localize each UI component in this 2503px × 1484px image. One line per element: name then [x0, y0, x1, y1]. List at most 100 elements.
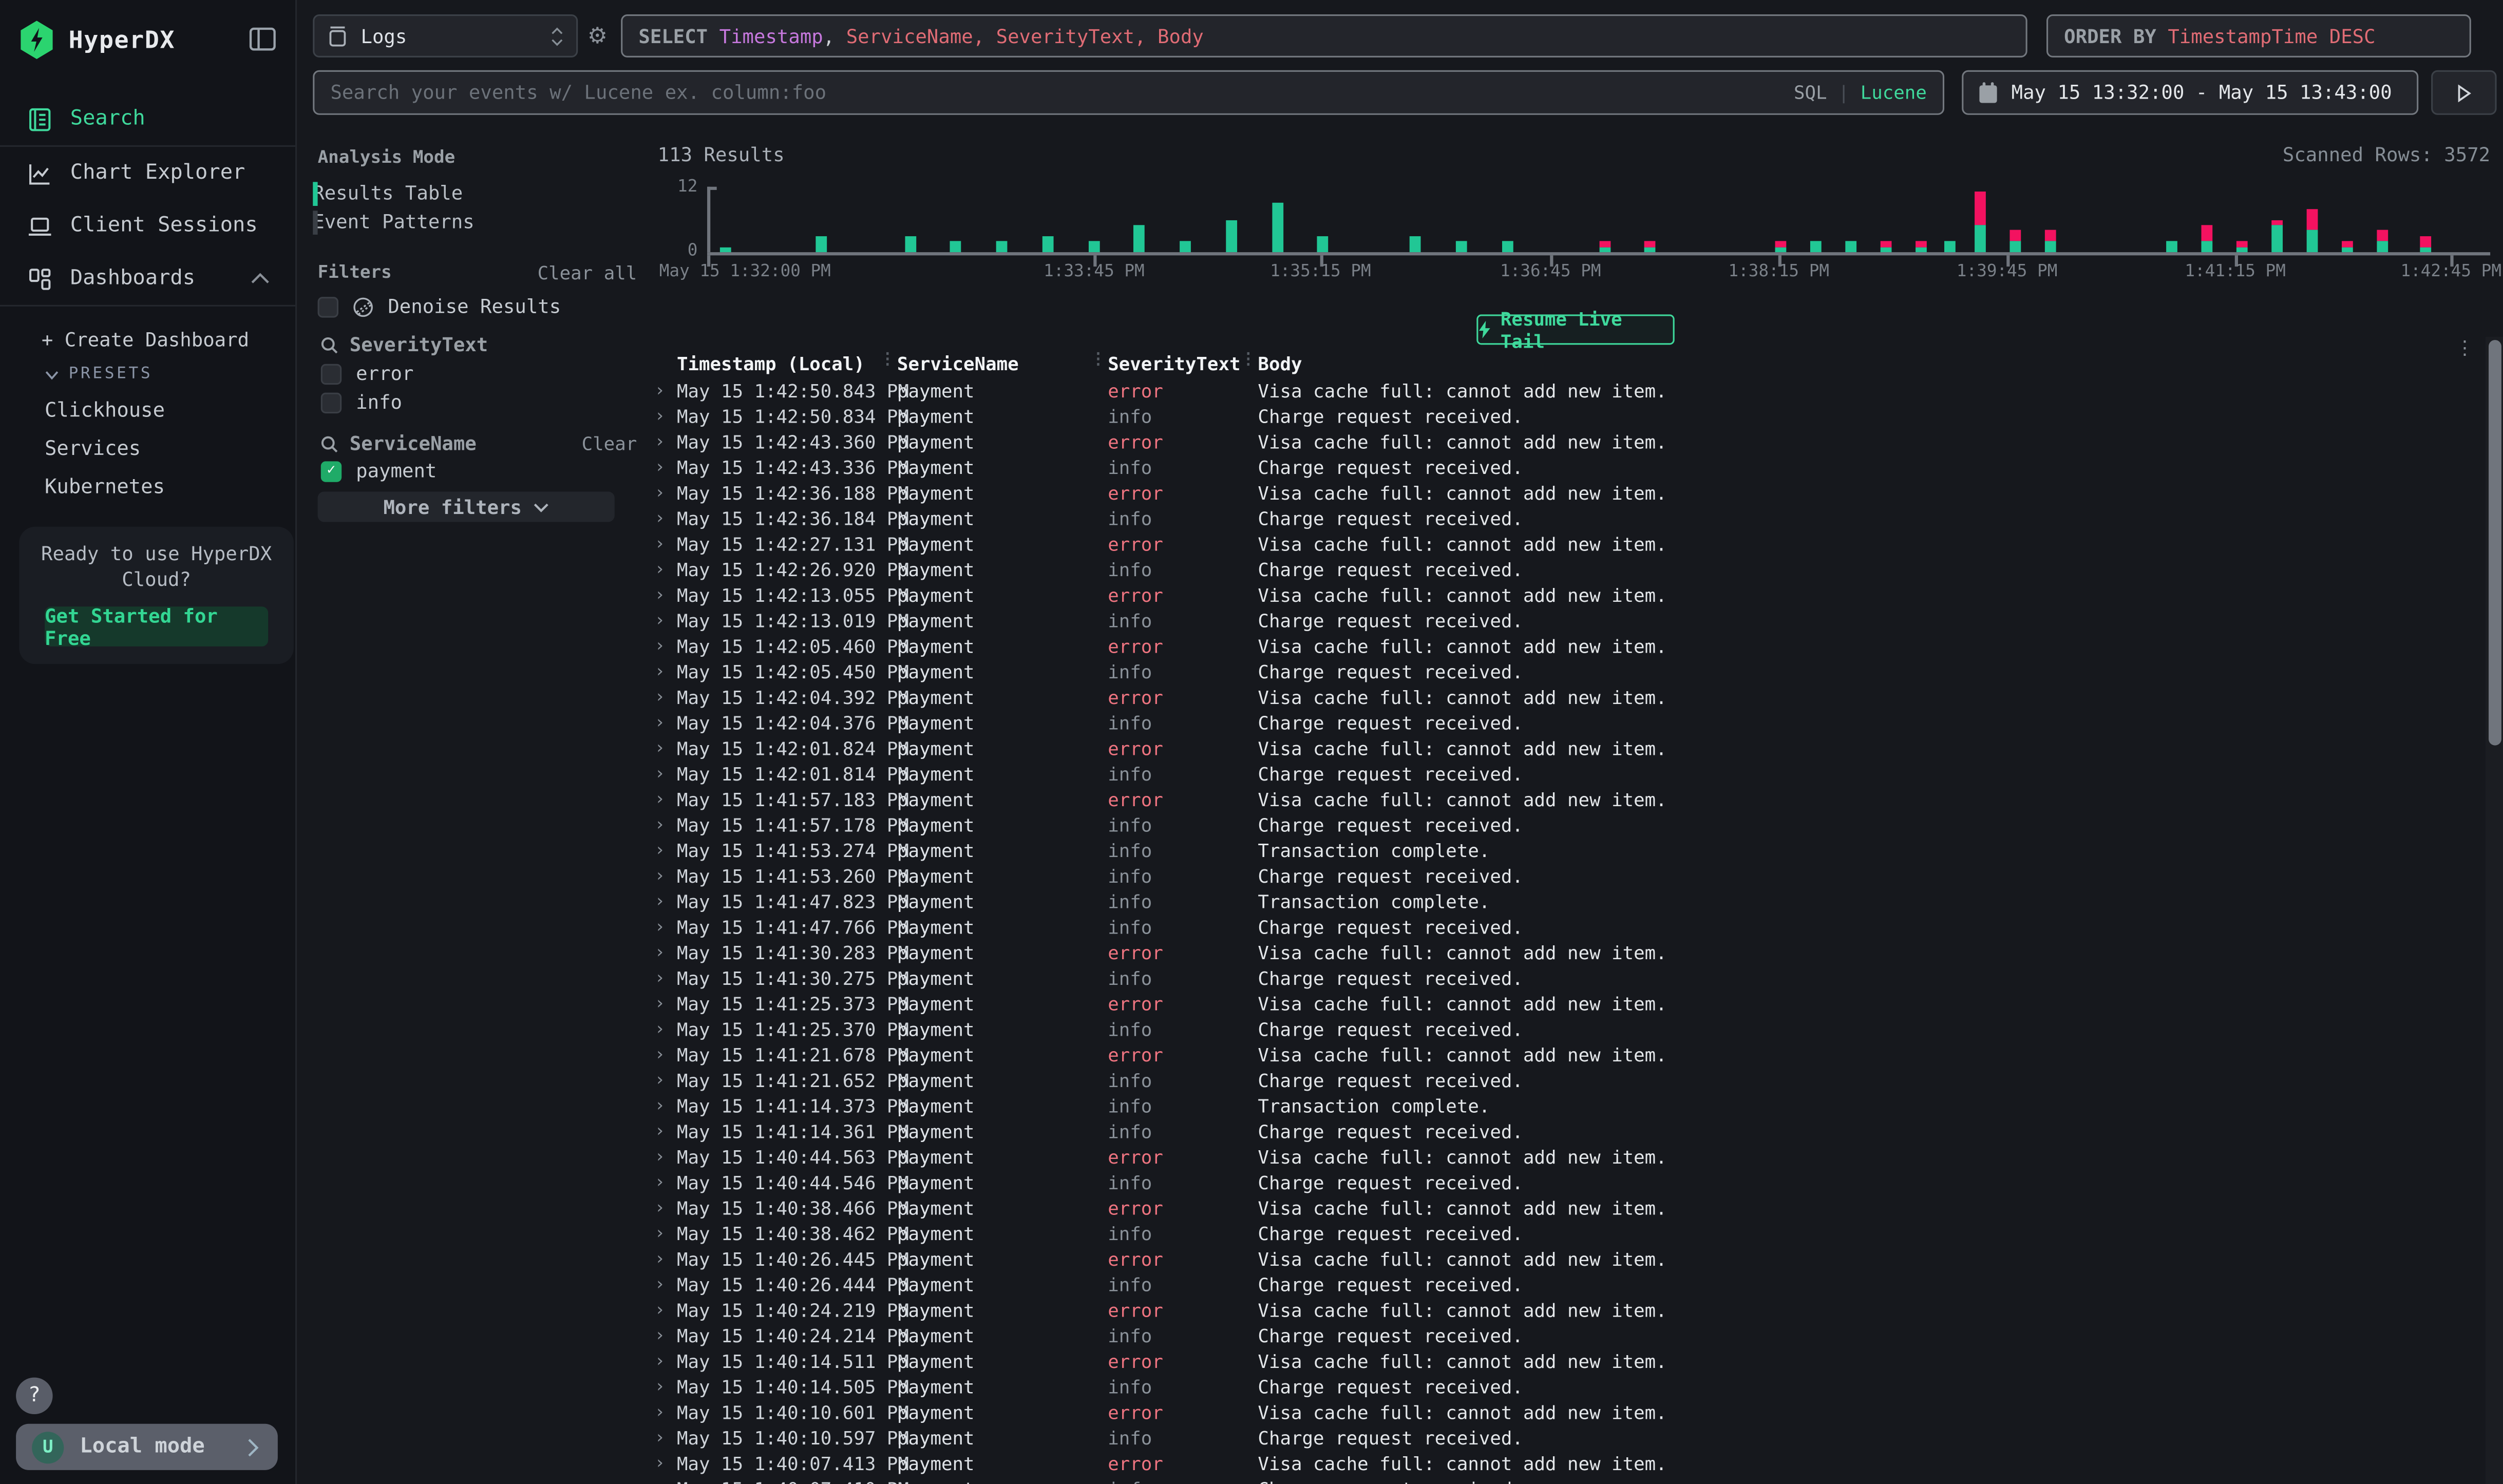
mode-lucene[interactable]: Lucene	[1861, 82, 1927, 104]
histogram-bar[interactable]	[1318, 236, 1329, 252]
gear-icon[interactable]: ⚙	[587, 24, 608, 50]
col-body[interactable]: Body	[1258, 353, 1302, 375]
table-row[interactable]: ›May 15 1:42:05.450 PMpaymentinfoCharge …	[647, 659, 2479, 685]
table-row[interactable]: ›May 15 1:40:10.601 PMpaymenterrorVisa c…	[647, 1400, 2479, 1425]
table-row[interactable]: ›May 15 1:40:26.445 PMpaymenterrorVisa c…	[647, 1247, 2479, 1272]
row-expand-chevron-icon[interactable]: ›	[654, 1095, 665, 1115]
column-resize-grip[interactable]: ⋮	[1240, 351, 1255, 369]
histogram-bar[interactable]	[1944, 241, 1956, 252]
row-expand-chevron-icon[interactable]: ›	[654, 610, 665, 630]
sidebar-item-search[interactable]: Search	[0, 92, 295, 145]
time-range-picker[interactable]: May 15 13:32:00 - May 15 13:43:00	[1962, 70, 2418, 115]
histogram-bar[interactable]	[2236, 241, 2248, 252]
row-expand-chevron-icon[interactable]: ›	[654, 1401, 665, 1422]
order-by-input[interactable]: ORDER BY TimestampTime DESC	[2046, 14, 2471, 58]
histogram-bar[interactable]	[720, 247, 732, 253]
row-expand-chevron-icon[interactable]: ›	[654, 1044, 665, 1064]
table-row[interactable]: ›May 15 1:40:14.505 PMpaymentinfoCharge …	[647, 1374, 2479, 1400]
select-clause-input[interactable]: SELECT Timestamp , ServiceName, Severity…	[621, 14, 2027, 58]
row-expand-chevron-icon[interactable]: ›	[654, 1325, 665, 1345]
sidebar-item-dashboards[interactable]: Dashboards	[0, 252, 295, 305]
histogram-bar[interactable]	[1599, 241, 1610, 252]
column-resize-grip[interactable]: ⋮	[880, 351, 894, 369]
row-expand-chevron-icon[interactable]: ›	[654, 763, 665, 784]
table-row[interactable]: ›May 15 1:40:10.597 PMpaymentinfoCharge …	[647, 1425, 2479, 1451]
denoise-results-checkbox[interactable]: Denoise Results	[318, 295, 561, 318]
row-expand-chevron-icon[interactable]: ›	[654, 1478, 665, 1484]
histogram-bar[interactable]	[1272, 203, 1283, 253]
mode-sql[interactable]: SQL	[1794, 82, 1827, 104]
events-histogram[interactable]	[707, 187, 2490, 252]
row-expand-chevron-icon[interactable]: ›	[654, 712, 665, 732]
histogram-bar[interactable]	[1974, 192, 1985, 252]
histogram-bar[interactable]	[2306, 208, 2318, 252]
table-row[interactable]: ›May 15 1:40:07.410 PMpaymentinfoCharge …	[647, 1476, 2479, 1484]
table-row[interactable]: ›May 15 1:42:50.834 PMpaymentinfoCharge …	[647, 404, 2479, 429]
col-servicename[interactable]: ServiceName	[897, 353, 1019, 375]
row-expand-chevron-icon[interactable]: ›	[654, 737, 665, 758]
histogram-bar[interactable]	[1088, 241, 1099, 252]
table-row[interactable]: ›May 15 1:41:14.373 PMpaymentinfoTransac…	[647, 1093, 2479, 1119]
histogram-bar[interactable]	[1410, 236, 1421, 252]
mode-event-patterns[interactable]: Event Patterns	[313, 207, 616, 235]
resume-live-tail-button[interactable]: Resume Live Tail	[1476, 314, 1674, 345]
table-row[interactable]: ›May 15 1:40:24.219 PMpaymenterrorVisa c…	[647, 1298, 2479, 1323]
row-expand-chevron-icon[interactable]: ›	[654, 507, 665, 528]
row-expand-chevron-icon[interactable]: ›	[654, 1018, 665, 1039]
row-expand-chevron-icon[interactable]: ›	[654, 456, 665, 477]
table-row[interactable]: ›May 15 1:42:04.376 PMpaymentinfoCharge …	[647, 710, 2479, 736]
histogram-bar[interactable]	[1915, 241, 1926, 252]
sidebar-item-client-sessions[interactable]: Client Sessions	[0, 200, 295, 253]
source-select[interactable]: Logs	[313, 14, 578, 58]
histogram-bar[interactable]	[1774, 241, 1786, 252]
table-row[interactable]: ›May 15 1:42:04.392 PMpaymenterrorVisa c…	[647, 685, 2479, 711]
row-expand-chevron-icon[interactable]: ›	[654, 1070, 665, 1090]
filter-option-payment[interactable]: ✓ payment	[321, 460, 437, 482]
row-expand-chevron-icon[interactable]: ›	[654, 865, 665, 886]
preset-kubernetes[interactable]: Kubernetes	[0, 466, 295, 505]
table-row[interactable]: ›May 15 1:42:43.336 PMpaymentinfoCharge …	[647, 455, 2479, 481]
checkbox[interactable]	[318, 296, 338, 317]
table-row[interactable]: ›May 15 1:41:53.274 PMpaymentinfoTransac…	[647, 838, 2479, 864]
table-row[interactable]: ›May 15 1:42:01.824 PMpaymenterrorVisa c…	[647, 736, 2479, 762]
row-expand-chevron-icon[interactable]: ›	[654, 687, 665, 707]
row-expand-chevron-icon[interactable]: ›	[654, 559, 665, 579]
clear-service-link[interactable]: Clear	[582, 432, 637, 455]
more-filters-button[interactable]: More filters	[318, 491, 615, 522]
histogram-bar[interactable]	[1134, 225, 1145, 252]
row-expand-chevron-icon[interactable]: ›	[654, 406, 665, 426]
preset-services[interactable]: Services	[0, 428, 295, 466]
histogram-bar[interactable]	[2201, 225, 2212, 252]
row-expand-chevron-icon[interactable]: ›	[654, 1274, 665, 1295]
histogram-bar[interactable]	[2044, 231, 2056, 252]
table-row[interactable]: ›May 15 1:41:14.361 PMpaymentinfoCharge …	[647, 1119, 2479, 1145]
table-row[interactable]: ›May 15 1:40:26.444 PMpaymentinfoCharge …	[647, 1272, 2479, 1298]
row-expand-chevron-icon[interactable]: ›	[654, 635, 665, 656]
row-expand-chevron-icon[interactable]: ›	[654, 431, 665, 451]
histogram-bar[interactable]	[904, 236, 916, 252]
table-row[interactable]: ›May 15 1:42:43.360 PMpaymenterrorVisa c…	[647, 429, 2479, 455]
table-row[interactable]: ›May 15 1:42:13.055 PMpaymenterrorVisa c…	[647, 583, 2479, 608]
help-button[interactable]: ?	[16, 1378, 52, 1414]
histogram-bar[interactable]	[996, 241, 1008, 252]
table-row[interactable]: ›May 15 1:41:30.283 PMpaymenterrorVisa c…	[647, 940, 2479, 966]
histogram-bar[interactable]	[1809, 241, 1821, 252]
histogram-bar[interactable]	[2009, 231, 2021, 252]
row-expand-chevron-icon[interactable]: ›	[654, 890, 665, 911]
row-expand-chevron-icon[interactable]: ›	[654, 942, 665, 962]
row-expand-chevron-icon[interactable]: ›	[654, 840, 665, 860]
table-row[interactable]: ›May 15 1:42:05.460 PMpaymenterrorVisa c…	[647, 634, 2479, 659]
table-row[interactable]: ›May 15 1:40:44.563 PMpaymenterrorVisa c…	[647, 1145, 2479, 1170]
histogram-bar[interactable]	[815, 236, 826, 252]
histogram-bar[interactable]	[1845, 241, 1856, 252]
search-input[interactable]: Search your events w/ Lucene ex. column:…	[313, 70, 1944, 115]
row-expand-chevron-icon[interactable]: ›	[654, 967, 665, 988]
table-row[interactable]: ›May 15 1:42:50.843 PMpaymenterrorVisa c…	[647, 378, 2479, 404]
table-row[interactable]: ›May 15 1:41:57.178 PMpaymentinfoCharge …	[647, 812, 2479, 838]
histogram-bar[interactable]	[1644, 241, 1656, 252]
col-severitytext[interactable]: SeverityText	[1108, 353, 1240, 375]
table-row[interactable]: ›May 15 1:42:36.188 PMpaymenterrorVisa c…	[647, 481, 2479, 506]
histogram-bar[interactable]	[1180, 241, 1191, 252]
row-expand-chevron-icon[interactable]: ›	[654, 1248, 665, 1269]
table-row[interactable]: ›May 15 1:40:14.511 PMpaymenterrorVisa c…	[647, 1349, 2479, 1375]
